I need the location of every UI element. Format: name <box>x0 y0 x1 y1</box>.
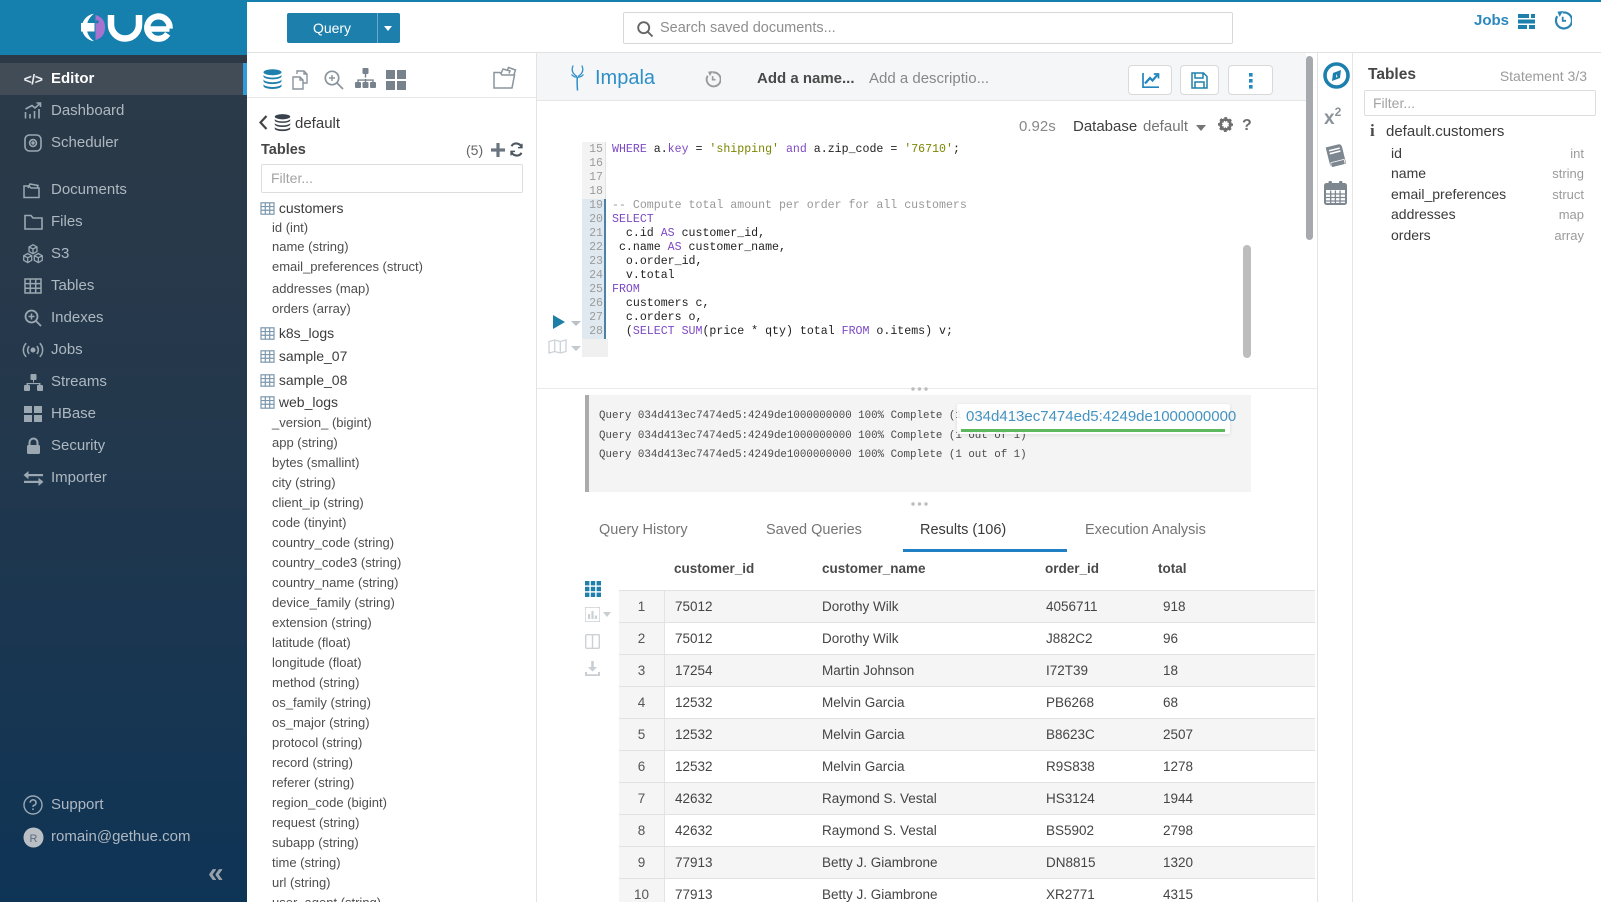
svg-text:R: R <box>29 833 37 845</box>
